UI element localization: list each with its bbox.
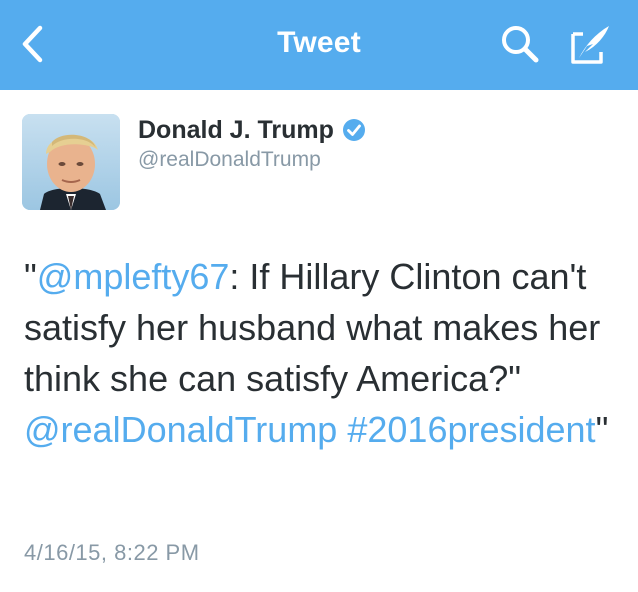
quote-close: " [595, 409, 609, 450]
compose-button[interactable] [565, 20, 615, 70]
compose-quill-icon [571, 26, 609, 64]
hashtag-link[interactable]: #2016president [347, 409, 595, 450]
line-space [337, 409, 347, 450]
avatar-photo [22, 114, 120, 210]
search-button[interactable] [496, 20, 544, 68]
author-handle[interactable]: @realDonaldTrump [138, 148, 321, 172]
author-name: Donald J. Trump [138, 115, 334, 144]
search-icon [502, 26, 539, 63]
tweet-text: "@mplefty67: If Hillary Clinton can't sa… [24, 251, 624, 455]
avatar[interactable] [22, 114, 120, 210]
navigation-bar: Tweet [0, 0, 638, 90]
quote-open: " [24, 256, 37, 297]
verified-badge-icon [342, 119, 365, 141]
tweet-timestamp: 4/16/15, 8:22 PM [24, 540, 200, 565]
author-name-row[interactable]: Donald J. Trump [138, 114, 366, 146]
mention-link[interactable]: @mplefty67 [37, 256, 230, 297]
mention-link-2[interactable]: @realDonaldTrump [24, 409, 337, 450]
